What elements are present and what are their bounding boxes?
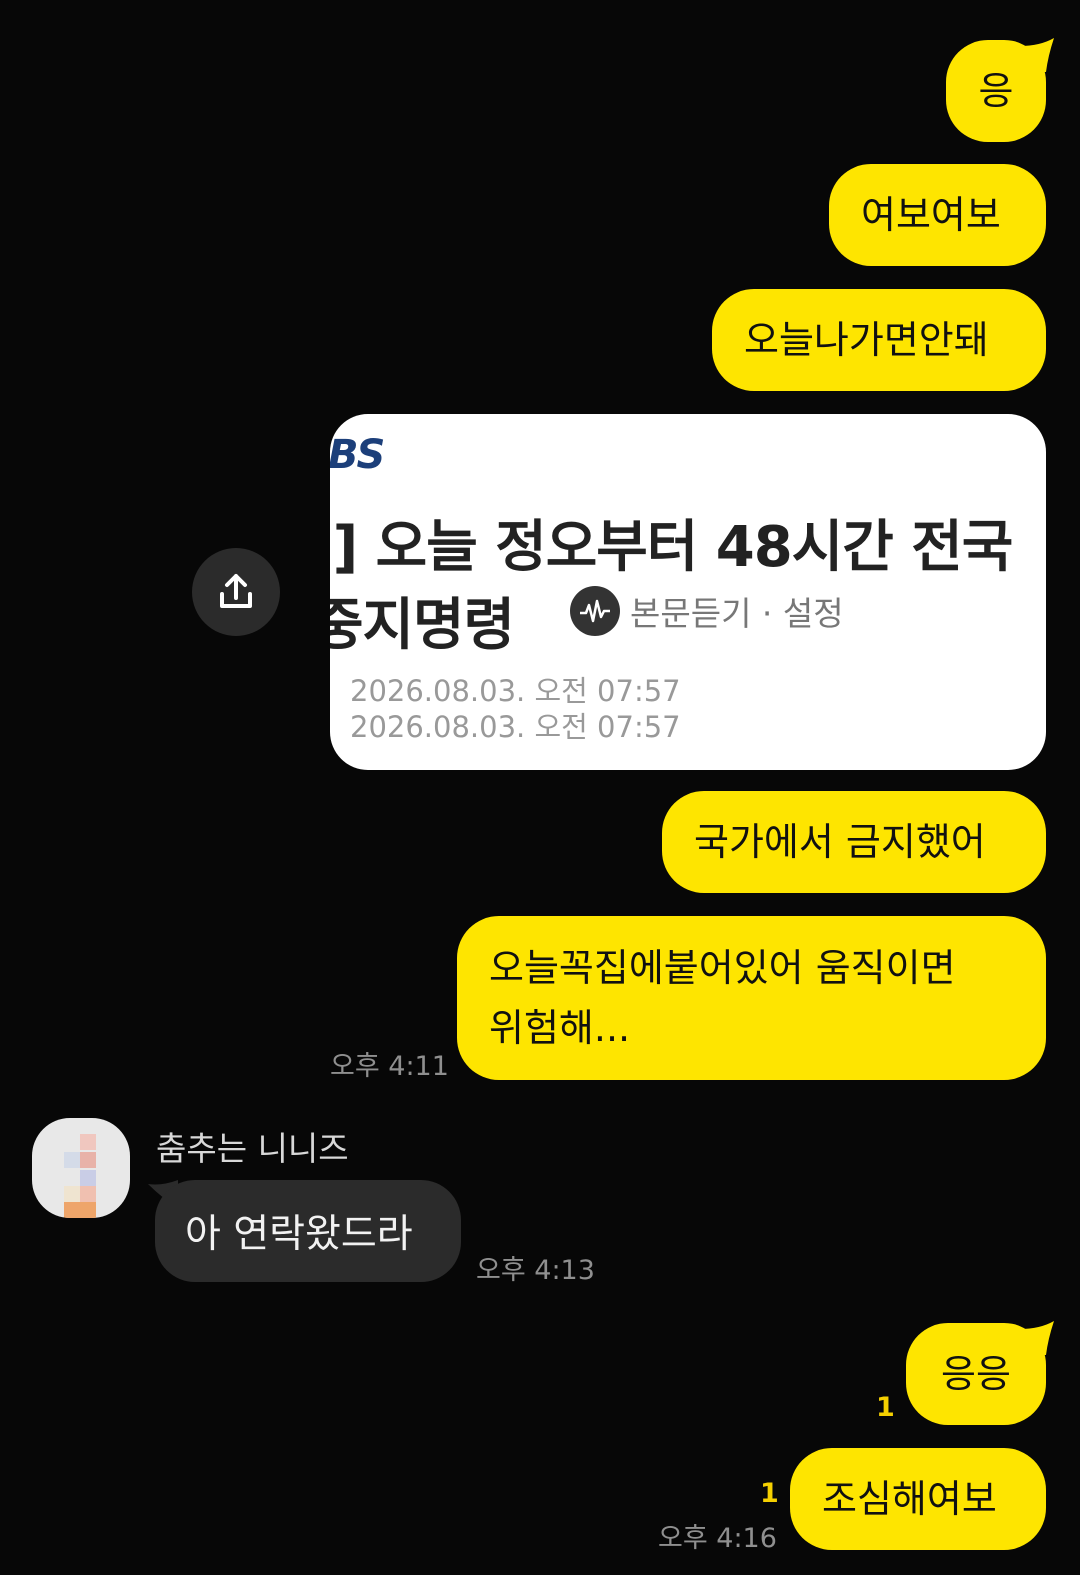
listen-control[interactable]: 본문듣기 · 설정 bbox=[570, 586, 844, 636]
message-text: 아 연락왔드라 bbox=[185, 1212, 413, 1257]
message-text-line-2: 위험해... bbox=[489, 1006, 631, 1050]
message-time: 오후 4:13 bbox=[476, 1255, 595, 1286]
news-link-card[interactable]: BS ]] 오늘 정오부터 48시간 전국 중지명령 본문듣기 · 설정 202… bbox=[330, 414, 1046, 770]
message-bubble-out[interactable]: 조심해여보 bbox=[790, 1448, 1046, 1550]
unread-count: 1 bbox=[760, 1478, 779, 1509]
message-text: 조심해여보 bbox=[822, 1477, 997, 1521]
message-text: 국가에서 금지했어 bbox=[694, 820, 986, 864]
bubble-tail bbox=[1020, 1321, 1054, 1355]
share-button[interactable] bbox=[192, 548, 280, 636]
avatar[interactable] bbox=[32, 1118, 130, 1218]
message-text: 응 bbox=[978, 69, 1014, 113]
avatar-image bbox=[64, 1134, 96, 1218]
bubble-tail bbox=[1020, 38, 1054, 72]
message-time: 오후 4:11 bbox=[330, 1051, 449, 1082]
unread-count: 1 bbox=[876, 1392, 895, 1423]
audio-listen-icon bbox=[570, 586, 620, 636]
message-text: 응응 bbox=[941, 1352, 1011, 1396]
message-time: 오후 4:16 bbox=[658, 1523, 777, 1554]
message-bubble-out[interactable]: 오늘꼭집에붙어있어 움직이면 위험해... bbox=[457, 916, 1046, 1080]
message-bubble-out[interactable]: 여보여보 bbox=[829, 164, 1046, 266]
news-logo: BS bbox=[330, 432, 385, 478]
share-upload-icon bbox=[220, 574, 252, 608]
message-bubble-in[interactable]: 아 연락왔드라 bbox=[155, 1180, 461, 1282]
message-bubble-out[interactable]: 오늘나가면안돼 bbox=[712, 289, 1046, 391]
listen-label: 본문듣기 · 설정 bbox=[630, 594, 844, 633]
sender-name: 춤추는 니니즈 bbox=[156, 1129, 349, 1168]
message-bubble-out[interactable]: 국가에서 금지했어 bbox=[662, 791, 1046, 893]
message-text: 오늘나가면안돼 bbox=[744, 318, 989, 362]
message-text: 여보여보 bbox=[861, 193, 1001, 237]
modified-date: 2026.08.03. 오전 07:57 bbox=[350, 710, 681, 744]
headline-line-2: 중지명령 bbox=[330, 593, 515, 658]
message-text-line-1: 오늘꼭집에붙어있어 움직이면 bbox=[489, 946, 956, 990]
headline-line-1: ]] 오늘 정오부터 48시간 전국 bbox=[330, 515, 1013, 580]
